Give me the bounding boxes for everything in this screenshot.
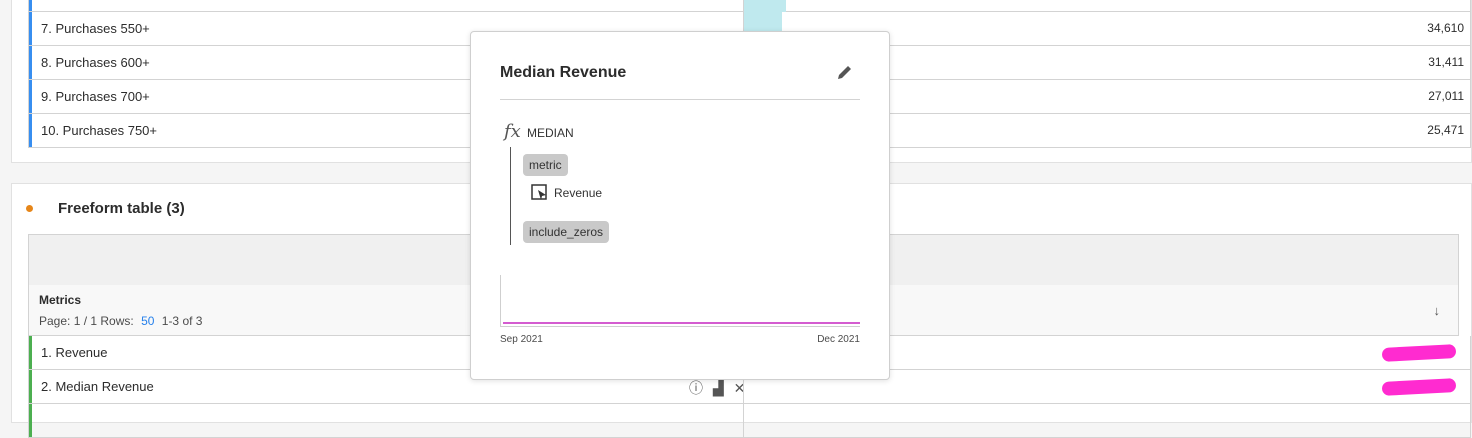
metric-icon: [531, 184, 547, 200]
metric-info-popover: Median Revenue fx MEDIAN metric Revenue …: [470, 31, 890, 380]
row-color-bar: [29, 336, 32, 369]
row-range: 1-3 of 3: [161, 314, 203, 328]
trend-line: [503, 322, 860, 324]
row-value: 31,411: [1428, 55, 1464, 69]
sort-arrow-icon[interactable]: ↓: [1434, 303, 1441, 318]
argument-chip-include-zeros: include_zeros: [523, 221, 610, 243]
row-color-bar: [29, 46, 32, 79]
row-value: 34,610: [1427, 21, 1464, 35]
info-icon[interactable]: ⓘ: [689, 380, 703, 396]
row-actions: ⓘ ▟ ✕: [689, 378, 751, 398]
row-label: 9. Purchases 700+: [41, 89, 150, 104]
row-color-bar: [29, 80, 32, 113]
row-color-bar: [29, 12, 32, 45]
value-bar: [744, 0, 786, 12]
row-color-bar: [29, 404, 32, 437]
pagination: Page: 1 / 1 Rows: 50 1-3 of 3: [39, 314, 202, 328]
metric-reference: Revenue: [531, 184, 602, 202]
rows-per-page-select[interactable]: 50: [141, 314, 154, 328]
redacted-value: [1381, 378, 1457, 396]
row-color-bar: [29, 114, 32, 147]
row-value: 27,011: [1428, 89, 1464, 103]
chart-start-label: Sep 2021: [500, 334, 543, 345]
popover-title: Median Revenue: [500, 64, 627, 81]
tree-connector: [510, 147, 511, 245]
metric-name: Revenue: [554, 186, 603, 200]
pager-prefix: Page: 1 / 1 Rows:: [39, 314, 134, 328]
metrics-column-title: Metrics: [39, 293, 82, 307]
panel-title[interactable]: Freeform table (3): [58, 200, 185, 217]
row-color-bar: [29, 370, 32, 403]
row-label: 1. Revenue: [41, 345, 108, 360]
divider: [500, 99, 860, 100]
row-label: 2. Median Revenue: [41, 379, 154, 394]
chart-end-label: Dec 2021: [817, 334, 860, 345]
function-icon: fx: [504, 121, 521, 142]
row-color-bar: [29, 0, 32, 11]
breakdown-icon[interactable]: ▟: [713, 380, 724, 396]
row-label: 10. Purchases 750+: [41, 123, 157, 138]
argument-chip-metric: metric: [523, 154, 568, 176]
table-row-partial: [28, 0, 1471, 12]
row-label: 8. Purchases 600+: [41, 55, 150, 70]
redacted-value: [1381, 344, 1457, 362]
trend-sparkline: [500, 275, 860, 327]
row-label: 7. Purchases 550+: [41, 21, 150, 36]
function-name: MEDIAN: [527, 126, 574, 140]
pencil-icon[interactable]: [835, 62, 855, 82]
row-value: 25,471: [1427, 123, 1464, 137]
table-row-partial: [28, 404, 1471, 438]
panel-status-dot: [26, 205, 33, 212]
